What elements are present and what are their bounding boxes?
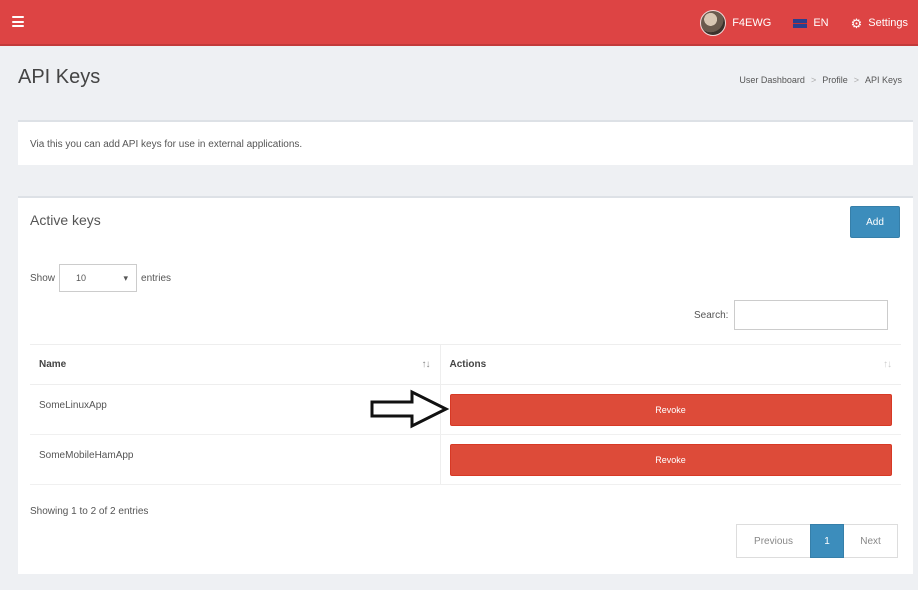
breadcrumb-separator: >: [810, 75, 817, 85]
breadcrumb: User Dashboard > Profile > API Keys: [739, 75, 902, 85]
flag-icon: [793, 18, 808, 28]
table-summary: Showing 1 to 2 of 2 entries: [30, 506, 149, 517]
table-row: SomeLinuxApp Revoke: [30, 384, 901, 435]
user-menu[interactable]: F4EWG: [700, 10, 771, 36]
arrow-annotation-icon: [370, 389, 450, 429]
table-row: SomeMobileHamApp Revoke: [30, 434, 901, 485]
entries-select[interactable]: 10 ▾: [59, 264, 138, 292]
revoke-button[interactable]: Revoke: [449, 444, 892, 476]
page-title: API Keys: [18, 66, 101, 88]
panel-title: Active keys: [30, 212, 101, 228]
column-header-actions[interactable]: Actions ↑↓: [440, 344, 901, 385]
next-page-button[interactable]: Next: [844, 524, 898, 558]
gear-icon: ⚙: [850, 15, 863, 31]
api-keys-table: Name ↑↓ Actions ↑↓ SomeLinuxApp Revoke S…: [30, 344, 901, 485]
revoke-button[interactable]: Revoke: [449, 394, 892, 426]
language-selector[interactable]: EN: [793, 17, 829, 29]
breadcrumb-item-api-keys: API Keys: [864, 75, 902, 85]
info-box: Via this you can add API keys for use in…: [18, 120, 913, 165]
entries-value: 10: [76, 273, 87, 283]
previous-page-button[interactable]: Previous: [736, 524, 810, 558]
settings-label: Settings: [868, 17, 908, 29]
top-navbar: F4EWG EN ⚙ Settings: [0, 0, 918, 46]
breadcrumb-item-profile[interactable]: Profile: [822, 75, 848, 85]
key-name: SomeMobileHamApp: [30, 434, 441, 485]
language-label: EN: [813, 17, 829, 29]
column-header-name[interactable]: Name ↑↓: [30, 344, 441, 385]
breadcrumb-item-dashboard[interactable]: User Dashboard: [739, 75, 805, 85]
page-length-control: Show 10 ▾ entries: [30, 264, 171, 292]
breadcrumb-separator: >: [853, 75, 859, 85]
info-text: Via this you can add API keys for use in…: [30, 139, 303, 150]
menu-icon[interactable]: [12, 16, 24, 27]
sort-icon: ↑↓: [883, 359, 892, 370]
show-label: Show: [30, 272, 56, 284]
search-label: Search:: [694, 309, 729, 321]
page-1-button[interactable]: 1: [810, 524, 844, 558]
search-control: Search:: [694, 300, 889, 330]
entries-label: entries: [141, 272, 172, 284]
caret-down-icon: ▾: [123, 272, 129, 283]
search-input[interactable]: [734, 300, 889, 330]
pagination: Previous 1 Next: [736, 524, 898, 558]
avatar: [700, 10, 727, 36]
settings-link[interactable]: ⚙ Settings: [851, 17, 908, 30]
add-button[interactable]: Add: [850, 206, 900, 238]
active-keys-panel: Active keys Add Show 10 ▾ entries Search…: [18, 196, 913, 574]
sort-icon: ↑↓: [421, 359, 431, 370]
username-label: F4EWG: [732, 17, 772, 29]
